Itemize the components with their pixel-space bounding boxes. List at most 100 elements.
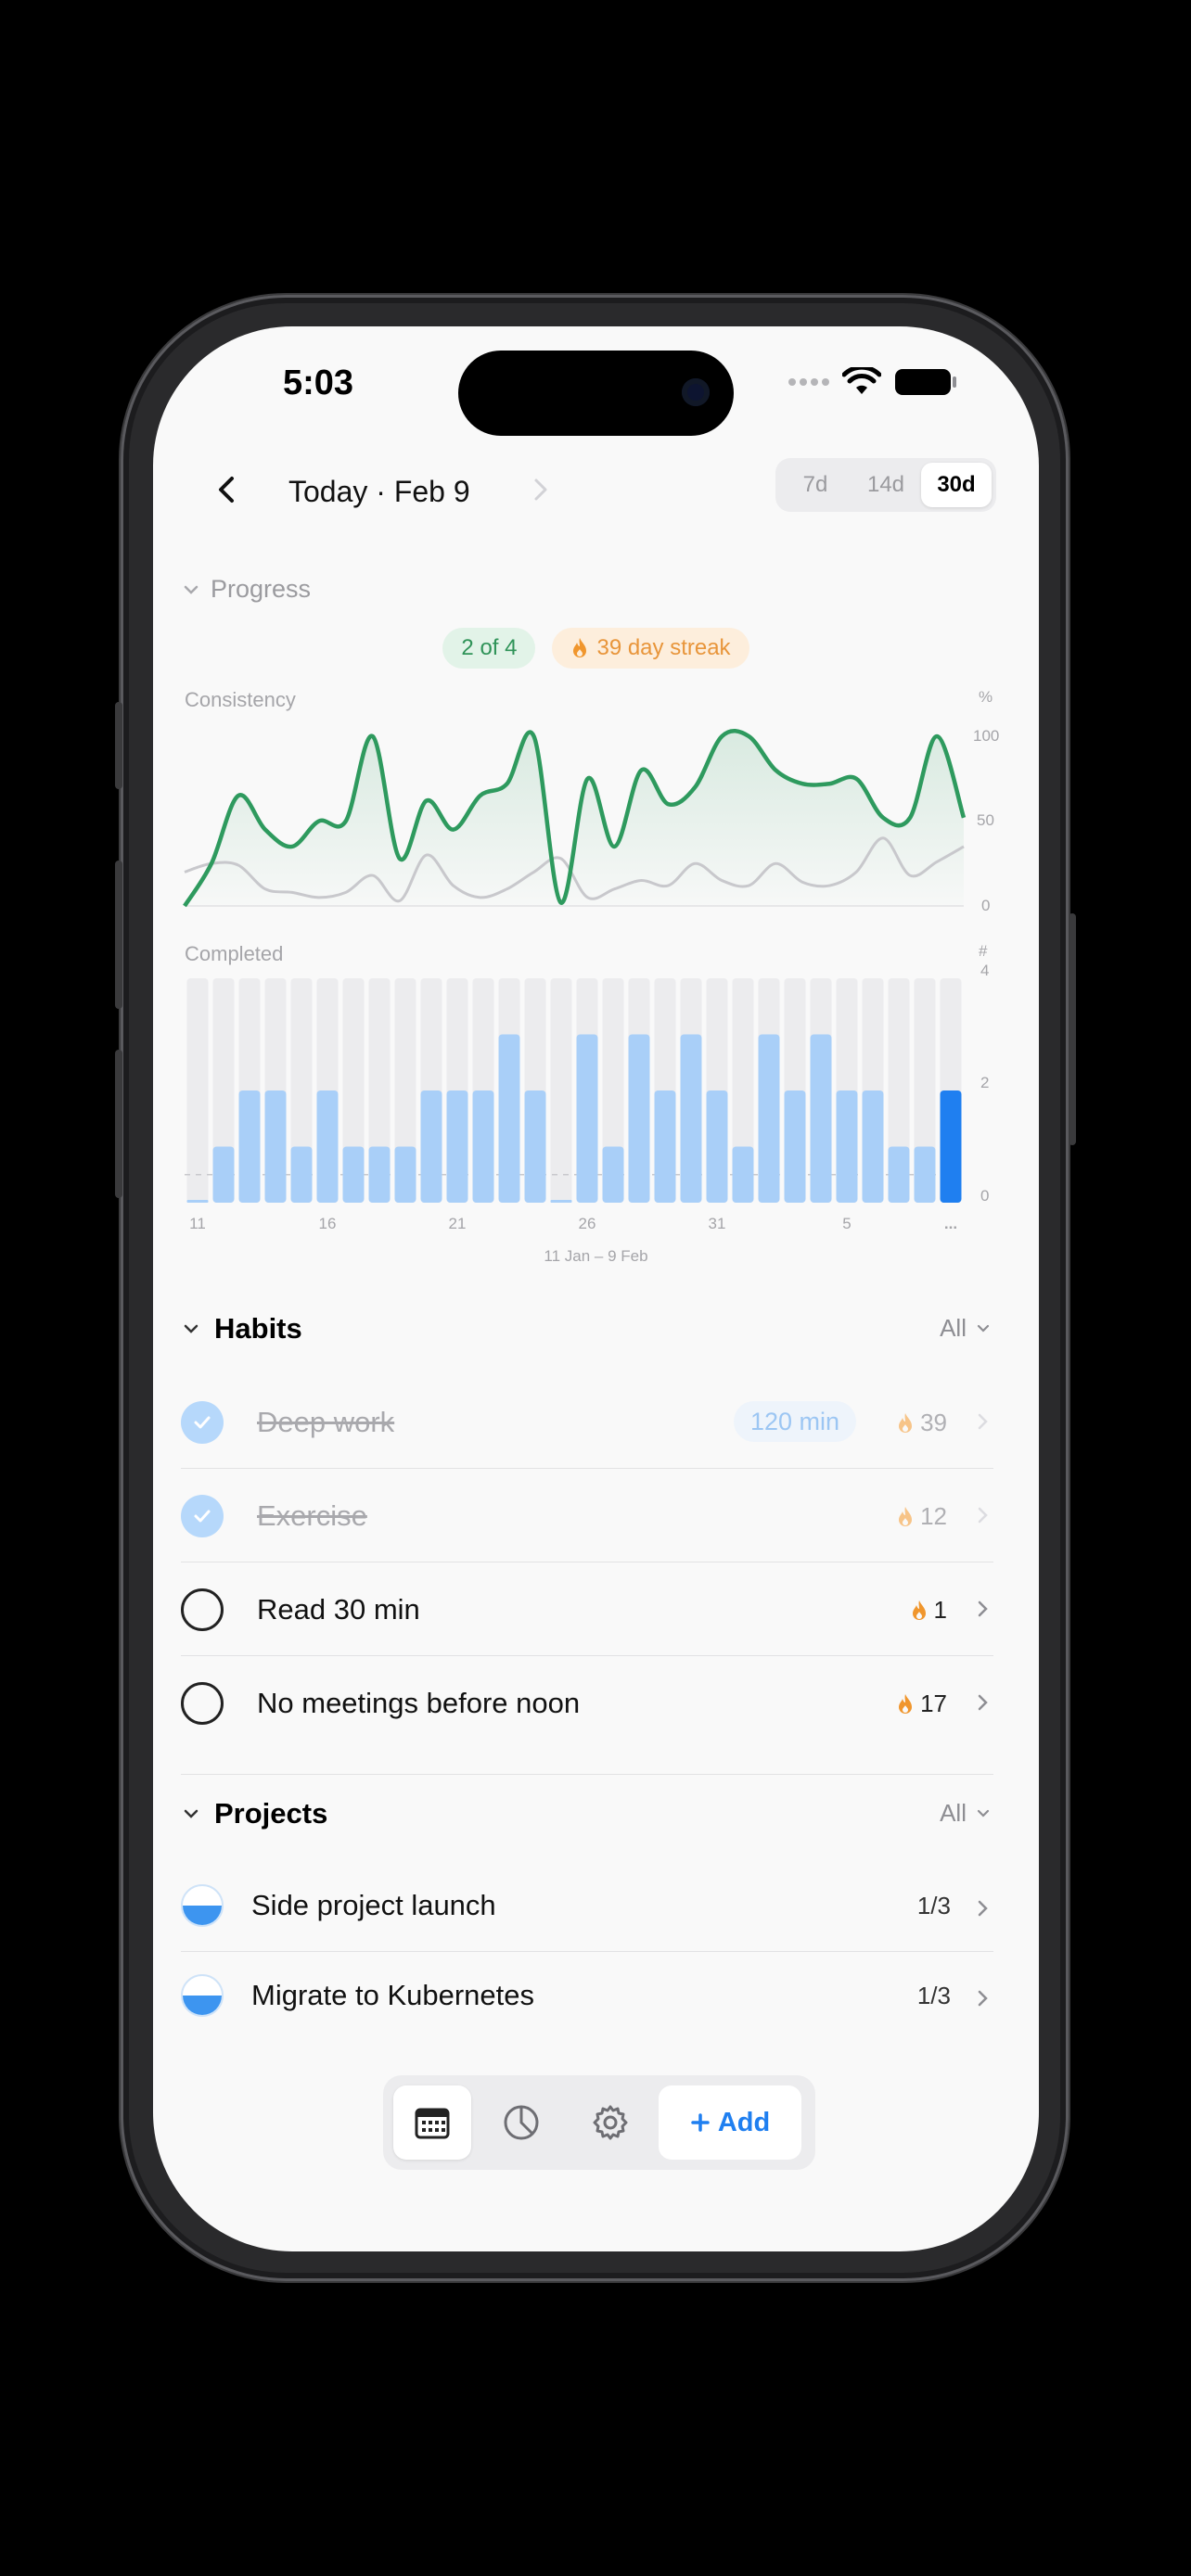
bar [264, 1090, 287, 1203]
habit-row-no-meetings[interactable]: No meetings before noon 17 [181, 1656, 993, 1749]
bar [238, 1090, 261, 1203]
bar-track [186, 978, 209, 1203]
x-tick-label: ... [944, 1215, 957, 1232]
tab-stats[interactable] [482, 2085, 560, 2160]
chevron-down-icon [977, 1324, 990, 1333]
bar [836, 1090, 858, 1203]
date-range-label: 11 Jan – 9 Feb [544, 1247, 648, 1265]
habits-filter-label: All [940, 1314, 967, 1342]
bar [654, 1090, 676, 1203]
projects-filter-label: All [940, 1799, 967, 1827]
habit-streak-count: 39 [920, 1409, 947, 1436]
bar [758, 1034, 780, 1203]
chevron-right-icon [978, 1900, 988, 1917]
bar [472, 1090, 494, 1203]
habit-name: Exercise [257, 1499, 367, 1532]
action-button [115, 702, 122, 789]
habits-title: Habits [214, 1312, 302, 1345]
habit-row-deep-work[interactable]: Deep work 120 min 39 [181, 1375, 993, 1468]
volume-down-button [115, 1050, 122, 1198]
bar-track [550, 978, 572, 1203]
project-row-side-project[interactable]: Side project launch 1/3 [181, 1862, 993, 1951]
bar [446, 1090, 468, 1203]
bar [550, 1200, 572, 1203]
bar [368, 1146, 391, 1203]
x-tick-label: 26 [579, 1215, 596, 1232]
calendar-icon [415, 2108, 450, 2139]
habit-streak-count: 1 [933, 1596, 947, 1624]
chevron-right-icon [978, 1413, 988, 1430]
project-task-count: 1/3 [916, 1982, 951, 2009]
chevron-down-icon [184, 1324, 198, 1333]
plus-icon [691, 2113, 710, 2132]
habit-checkbox[interactable] [181, 1401, 224, 1444]
bar [940, 1090, 962, 1203]
flame-icon [899, 1412, 913, 1433]
bar [810, 1034, 832, 1203]
habit-streak: 1 [910, 1596, 947, 1625]
tab-calendar[interactable] [393, 2085, 471, 2160]
flame-icon [912, 1600, 926, 1620]
bar [576, 1034, 598, 1203]
bar [784, 1090, 806, 1203]
habit-streak-count: 17 [920, 1690, 947, 1717]
project-progress-indicator [181, 1884, 224, 1927]
bar [888, 1146, 910, 1203]
bar [862, 1090, 884, 1203]
add-button[interactable]: Add [659, 2085, 801, 2160]
habit-row-exercise[interactable]: Exercise 12 [181, 1469, 993, 1562]
bar [706, 1090, 728, 1203]
power-button [1069, 913, 1076, 1145]
flame-icon [899, 1693, 913, 1714]
chevron-down-icon [977, 1809, 990, 1817]
volume-up-button [115, 861, 122, 1009]
chevron-right-icon [978, 1694, 988, 1711]
habit-row-read[interactable]: Read 30 min 1 [181, 1562, 993, 1655]
bar [498, 1034, 520, 1203]
habit-streak-count: 12 [920, 1502, 947, 1530]
habit-streak: 17 [896, 1690, 947, 1718]
x-tick-label: 11 [189, 1215, 206, 1232]
checkmark-icon [194, 1510, 211, 1523]
bar [420, 1090, 442, 1203]
bar [602, 1146, 624, 1203]
habit-name: No meetings before noon [257, 1687, 581, 1719]
x-tick-label: 16 [319, 1215, 337, 1232]
project-task-count: 1/3 [916, 1892, 951, 1919]
habit-duration-pill: 120 min [733, 1401, 856, 1442]
projects-section-toggle[interactable]: Projects [181, 1797, 327, 1830]
bar [914, 1146, 936, 1203]
habits-filter[interactable]: All [940, 1314, 992, 1343]
divider [181, 1774, 993, 1775]
habit-name: Read 30 min [257, 1593, 420, 1626]
projects-title: Projects [214, 1797, 328, 1830]
pie-chart-icon [504, 2105, 539, 2140]
project-progress-indicator [181, 1974, 224, 2017]
tab-settings[interactable] [571, 2085, 649, 2160]
app-screen: 5:03 Today · Feb 9 7d 14d 30d Progress 2… [153, 326, 1039, 2251]
habits-section-toggle[interactable]: Habits [181, 1312, 302, 1345]
add-button-label: Add [717, 2107, 771, 2137]
habit-checkbox[interactable] [181, 1495, 224, 1537]
project-name: Side project launch [251, 1889, 496, 1921]
chevron-right-icon [978, 1990, 988, 2007]
habit-streak: 12 [896, 1502, 947, 1531]
bar [628, 1034, 650, 1203]
projects-filter[interactable]: All [940, 1799, 992, 1828]
project-row-kubernetes[interactable]: Migrate to Kubernetes 1/3 [181, 1952, 993, 2041]
x-tick-label: 31 [709, 1215, 726, 1232]
chevron-right-icon [978, 1507, 988, 1524]
bar [212, 1146, 235, 1203]
habit-checkbox[interactable] [181, 1682, 224, 1725]
bar [186, 1200, 209, 1203]
flame-icon [899, 1506, 913, 1526]
bar [524, 1090, 546, 1203]
habit-checkbox[interactable] [181, 1588, 224, 1631]
bar [394, 1146, 416, 1203]
chevron-right-icon [978, 1600, 988, 1617]
project-name: Migrate to Kubernetes [251, 1979, 535, 2011]
bar [732, 1146, 754, 1203]
habit-name: Deep work [257, 1406, 395, 1438]
checkmark-icon [194, 1416, 211, 1429]
bar [342, 1146, 365, 1203]
